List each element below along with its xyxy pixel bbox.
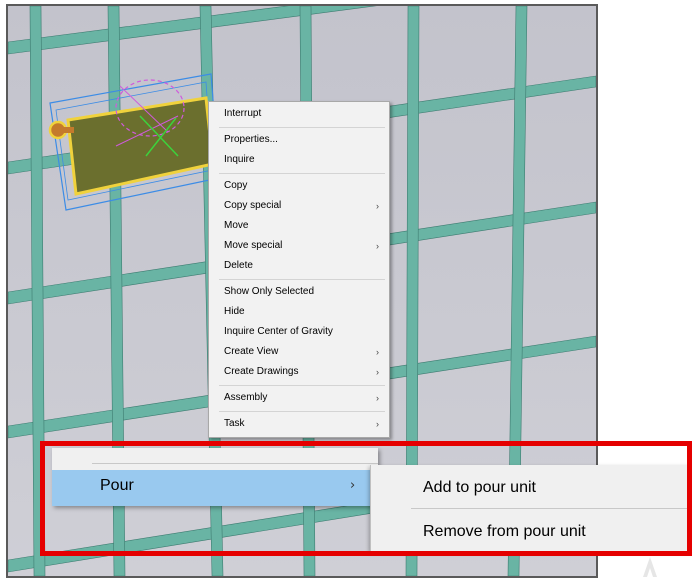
menu-item-label: Properties... <box>224 134 278 145</box>
embed-plate[interactable] <box>66 96 215 196</box>
menu-item-label: Copy <box>224 180 248 191</box>
menu-item-label: Assembly <box>224 392 268 403</box>
menu-item-label: Move special <box>224 240 283 251</box>
menu-item-label: Create Drawings <box>224 366 299 377</box>
menu-item-properties[interactable]: Properties... <box>209 131 389 149</box>
menu-separator <box>219 385 385 386</box>
submenu-arrow-icon: › <box>376 367 379 377</box>
menu-item-create-view[interactable]: Create View › <box>209 343 389 361</box>
submenu-arrow-icon: › <box>376 393 379 403</box>
stud-head <box>48 120 68 140</box>
highlight-frame <box>40 441 692 556</box>
menu-item-label: Inquire <box>224 154 255 165</box>
menu-item-label: Hide <box>224 306 245 317</box>
menu-item-delete[interactable]: Delete <box>209 257 389 275</box>
menu-item-move[interactable]: Move <box>209 217 389 235</box>
menu-item-label: Show Only Selected <box>224 286 315 297</box>
menu-item-copy-special[interactable]: Copy special › <box>209 197 389 215</box>
menu-item-create-drawings[interactable]: Create Drawings › <box>209 363 389 381</box>
menu-item-label: Create View <box>224 346 279 357</box>
menu-item-label: Interrupt <box>224 108 262 119</box>
menu-item-label: Move <box>224 220 249 231</box>
menu-separator <box>219 279 385 280</box>
menu-separator <box>219 411 385 412</box>
submenu-arrow-icon: › <box>376 241 379 251</box>
submenu-arrow-icon: › <box>376 419 379 429</box>
watermark-icon <box>643 557 657 577</box>
submenu-arrow-icon: › <box>376 347 379 357</box>
menu-item-inquire[interactable]: Inquire <box>209 151 389 169</box>
menu-item-label: Task <box>224 418 245 429</box>
menu-item-hide[interactable]: Hide <box>209 303 389 321</box>
context-menu: Interrupt Properties... Inquire Copy Copy sp… <box>208 101 390 438</box>
menu-item-label: Inquire Center of Gravity <box>224 326 333 337</box>
menu-item-assembly[interactable]: Assembly › <box>209 389 389 407</box>
submenu-arrow-icon: › <box>376 201 379 211</box>
menu-item-move-special[interactable]: Move special › <box>209 237 389 255</box>
selected-part[interactable] <box>48 73 220 211</box>
menu-item-label: Delete <box>224 260 253 271</box>
menu-separator <box>219 127 385 128</box>
menu-item-show-only-selected[interactable]: Show Only Selected <box>209 283 389 301</box>
menu-item-task[interactable]: Task › <box>209 415 389 433</box>
menu-separator <box>219 173 385 174</box>
menu-item-inquire-center-of-gravity[interactable]: Inquire Center of Gravity <box>209 323 389 341</box>
menu-item-interrupt[interactable]: Interrupt <box>209 105 389 123</box>
menu-item-label: Copy special <box>224 200 282 211</box>
menu-item-copy[interactable]: Copy <box>209 177 389 195</box>
